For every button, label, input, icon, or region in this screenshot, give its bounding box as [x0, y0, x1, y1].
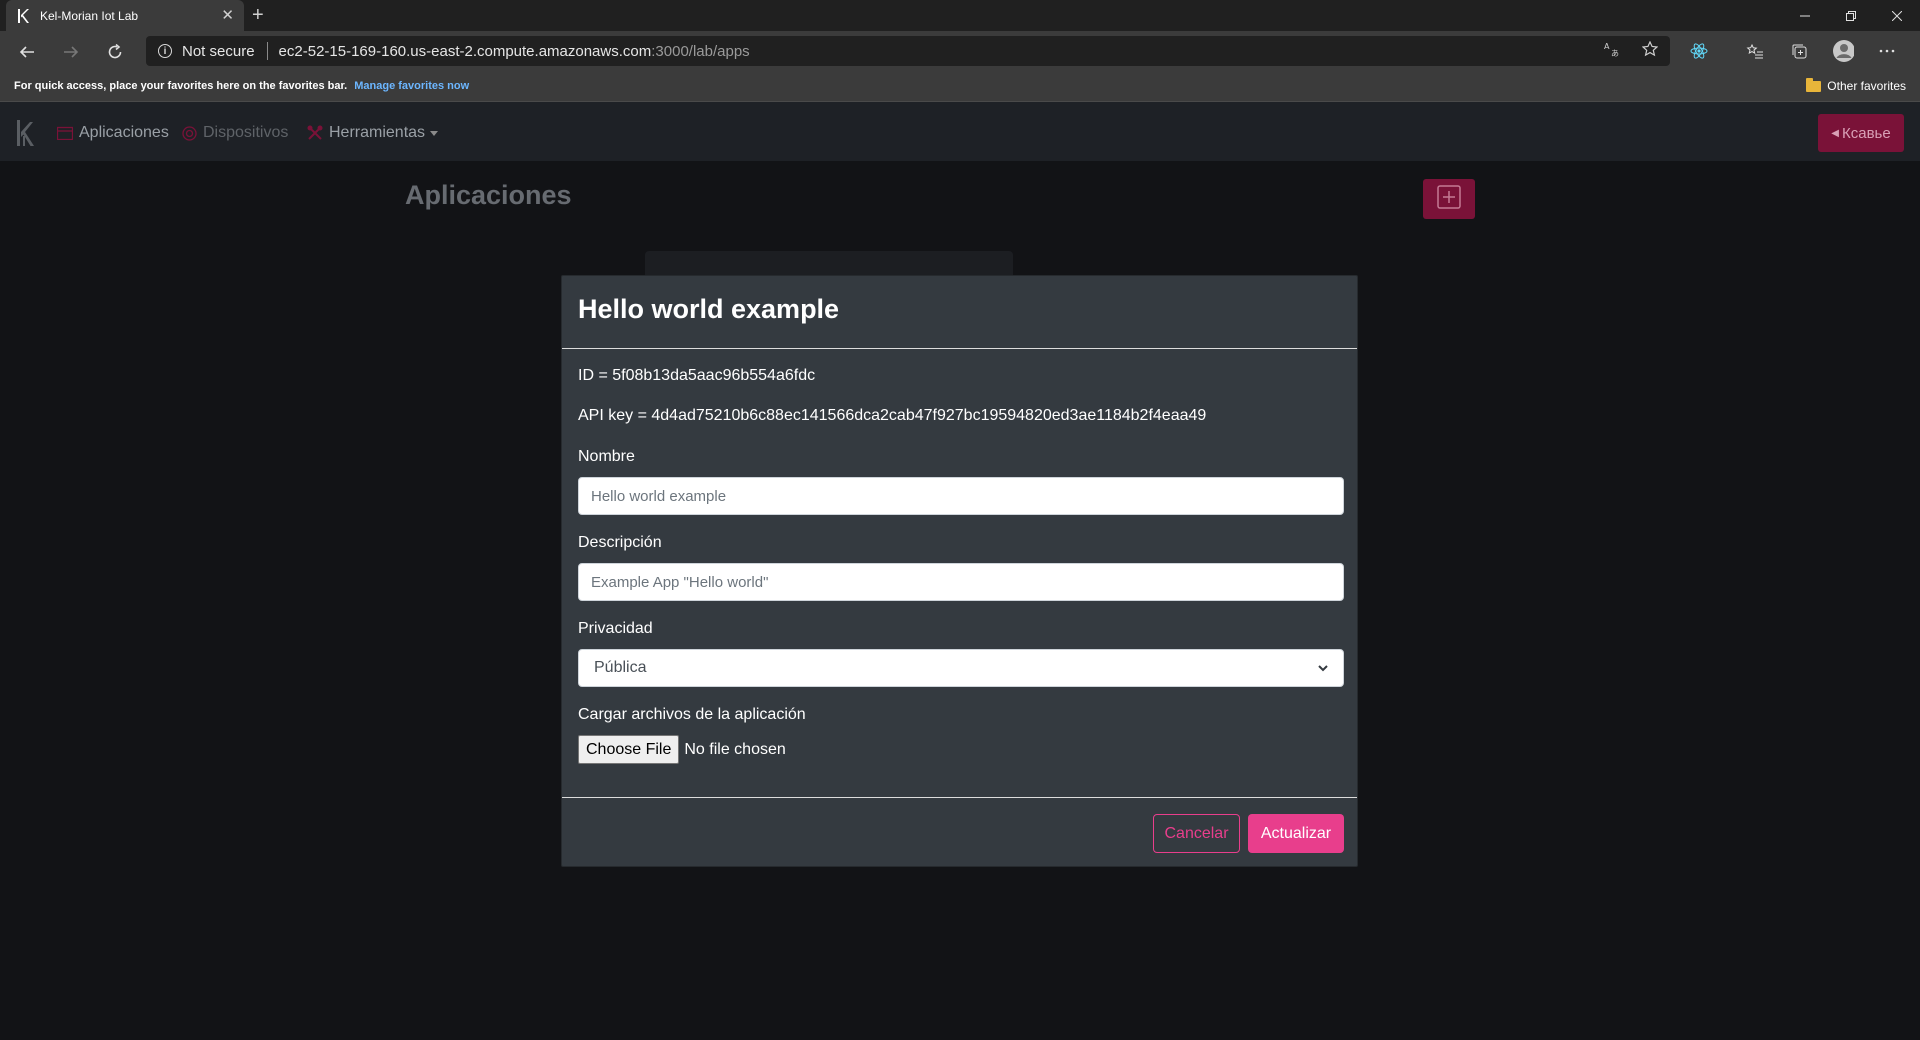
close-tab-icon[interactable]: ✕ — [221, 8, 234, 23]
back-arrow-icon[interactable] — [14, 39, 40, 65]
folder-icon — [1806, 77, 1822, 92]
nav-tools-dropdown[interactable]: Herramientas — [307, 124, 439, 142]
url-path: :3000/lab/apps — [651, 42, 750, 60]
modal-footer-divider — [562, 797, 1357, 798]
more-options-icon[interactable] — [1876, 40, 1898, 62]
page-title: Aplicaciones — [405, 180, 572, 210]
address-bar[interactable]: i Not secure ec2-52-15-169-160.us-east-2… — [146, 36, 1670, 66]
tools-icon — [307, 125, 323, 141]
file-status: No file chosen — [684, 740, 786, 758]
close-window-icon[interactable] — [1874, 0, 1920, 31]
nav-tools-label: Herramientas — [329, 124, 426, 141]
other-favorites-label: Other favorites — [1827, 79, 1906, 93]
privacy-label: Privacidad — [578, 620, 653, 637]
chevron-left-icon: ◀ — [1831, 127, 1839, 139]
url-host: ec2-52-15-169-160.us-east-2.compute.amaz… — [278, 42, 652, 60]
privacy-selected-value: Pública — [594, 659, 647, 676]
chevron-down-icon — [430, 130, 439, 136]
tab-title: Kel-Morian Iot Lab — [40, 8, 139, 23]
browser-toolbar-right — [1744, 40, 1898, 62]
logout-label: Ксавье — [1841, 124, 1891, 142]
favorites-hint: For quick access, place your favorites h… — [14, 80, 469, 92]
svg-text:あ: あ — [1611, 49, 1619, 57]
calendar-icon — [57, 126, 73, 140]
minimize-icon[interactable] — [1782, 0, 1828, 31]
favorites-prompt: For quick access, place your favorites h… — [14, 80, 348, 92]
edit-application-modal: Hello world example ID = 5f08b13da5aac96… — [561, 275, 1358, 867]
plus-square-icon — [1437, 184, 1461, 214]
nav-devices[interactable]: Dispositivos — [182, 124, 288, 142]
browser-tab-bar: Kel-Morian Iot Lab ✕ + — [0, 0, 1920, 31]
modal-header-divider — [562, 348, 1357, 349]
react-extension-icon[interactable] — [1688, 40, 1710, 62]
new-tab-button[interactable]: + — [252, 4, 264, 26]
restore-icon[interactable] — [1828, 0, 1874, 31]
favorites-bar: For quick access, place your favorites h… — [0, 72, 1920, 102]
modal-title: Hello world example — [578, 294, 840, 324]
name-label: Nombre — [578, 448, 635, 465]
site-favicon-icon — [16, 8, 30, 23]
collections-icon[interactable] — [1788, 40, 1810, 62]
chevron-down-icon — [1318, 659, 1328, 677]
app-navbar: Aplicaciones Dispositivos Herramientas ◀… — [0, 102, 1920, 161]
security-status[interactable]: Not secure — [182, 43, 255, 60]
address-divider — [266, 42, 268, 60]
description-input[interactable] — [578, 563, 1344, 601]
favorites-list-icon[interactable] — [1744, 40, 1766, 62]
application-api-key: API key = 4d4ad75210b6c88ec141566dca2cab… — [578, 407, 1207, 424]
upload-label: Cargar archivos de la aplicación — [578, 706, 806, 723]
file-upload-field: Choose File No file chosen — [578, 735, 786, 764]
choose-file-button[interactable]: Choose File — [578, 735, 680, 764]
add-application-button[interactable] — [1423, 179, 1475, 219]
target-icon — [182, 125, 197, 141]
refresh-icon[interactable] — [102, 39, 128, 65]
cancel-button[interactable]: Cancelar — [1153, 814, 1240, 853]
privacy-select[interactable]: Pública — [578, 649, 1344, 687]
brand-logo[interactable] — [16, 119, 34, 147]
manage-favorites-link[interactable]: Manage favorites now — [354, 80, 469, 92]
window-controls — [1782, 0, 1920, 31]
profile-avatar-icon[interactable] — [1832, 40, 1854, 62]
browser-extension-area — [1688, 40, 1710, 62]
description-label: Descripción — [578, 534, 662, 551]
other-favorites[interactable]: Other favorites — [1806, 77, 1906, 93]
update-button[interactable]: Actualizar — [1248, 814, 1344, 853]
logout-button[interactable]: ◀ Ксавье — [1818, 114, 1904, 152]
read-aloud-icon[interactable]: Aあ — [1604, 41, 1620, 62]
name-input[interactable] — [578, 477, 1344, 515]
application-id: ID = 5f08b13da5aac96b554a6fdc — [578, 367, 816, 384]
nav-applications[interactable]: Aplicaciones — [57, 124, 169, 142]
info-icon[interactable]: i — [158, 44, 172, 58]
nav-devices-label: Dispositivos — [203, 124, 289, 141]
forward-arrow-icon[interactable] — [58, 39, 84, 65]
browser-tab[interactable]: Kel-Morian Iot Lab ✕ — [6, 0, 244, 31]
nav-applications-label: Aplicaciones — [79, 124, 169, 141]
svg-text:A: A — [1604, 42, 1610, 51]
favorite-star-icon[interactable] — [1641, 40, 1659, 62]
